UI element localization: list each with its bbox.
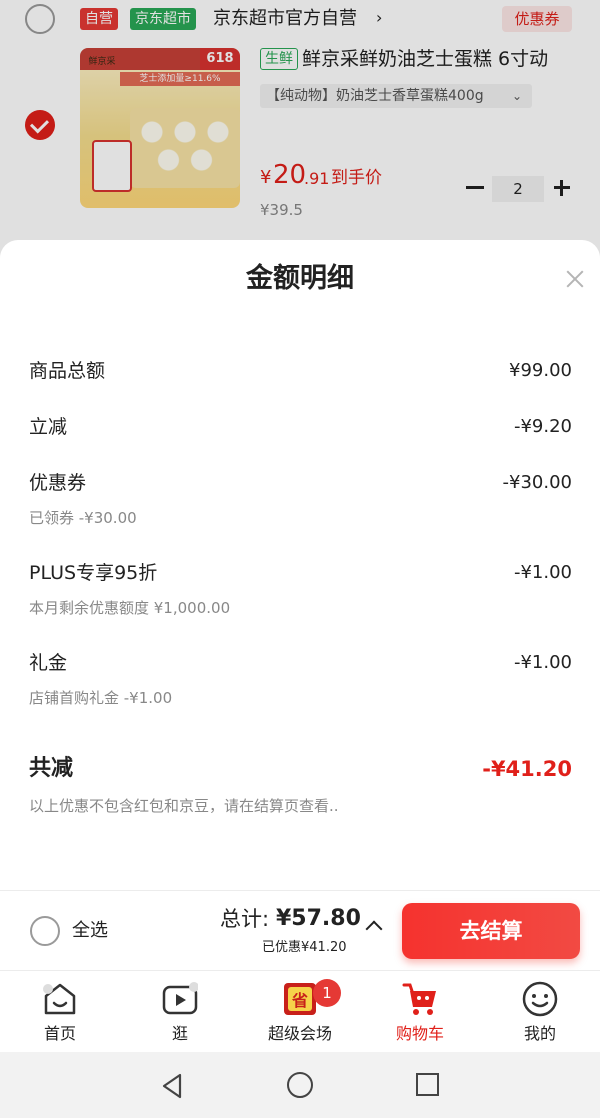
home-circle-icon[interactable] [287, 1072, 313, 1098]
checkout-button[interactable]: 去结算 [402, 903, 580, 959]
bottom-tab-bar: 首页 逛 省 1 超级会场 购物车 我的 [0, 970, 600, 1052]
item-select-checkbox[interactable] [25, 110, 55, 140]
final-price-label: 到手价 [331, 168, 382, 188]
system-navigation-bar [0, 1052, 600, 1118]
video-play-icon [162, 982, 198, 1015]
sum-value: ¥57.80 [276, 906, 361, 931]
sale-venue-icon: 省 [284, 983, 316, 1015]
chevron-down-icon: ⌄ [511, 89, 522, 103]
tab-home[interactable]: 首页 [0, 971, 120, 1053]
cake-picture [130, 108, 240, 188]
cart-icon [402, 983, 436, 1015]
detail-row-value: -¥9.20 [513, 416, 572, 437]
price-decimal: .91 [304, 169, 330, 188]
shop-name-link[interactable]: 京东超市官方自营 [213, 6, 357, 32]
cart-background: 自营 京东超市 京东超市官方自营 › 优惠券 618 芝士添加量≥11.6% 鲜… [0, 0, 600, 260]
sale-venue-icon-text: 省 [291, 991, 308, 1010]
sheet-title: 金额明细 [246, 263, 354, 294]
back-triangle-icon[interactable] [160, 1072, 184, 1100]
detail-row-label: PLUS专享95折 [29, 562, 158, 584]
self-operated-tag: 自营 [80, 8, 118, 30]
variant-label: 【纯动物】奶油芝士香草蛋糕400g [266, 88, 484, 104]
product-image[interactable]: 618 芝士添加量≥11.6% 鲜京采 [80, 48, 240, 208]
price-integer: 20 [273, 160, 307, 190]
tab-super-venue[interactable]: 省 1 超级会场 [240, 971, 360, 1053]
detail-row-label: 商品总额 [29, 360, 106, 382]
variant-selector[interactable]: 【纯动物】奶油芝士香草蛋糕400g ⌄ [260, 84, 532, 108]
tab-label: 逛 [171, 1024, 188, 1043]
close-icon[interactable] [562, 266, 588, 292]
detail-row-value: -¥1.00 [513, 562, 572, 583]
notification-badge: 1 [313, 979, 341, 1007]
image-quality-badge [92, 140, 132, 192]
tab-label: 超级会场 [267, 1024, 332, 1043]
tab-label: 首页 [43, 1024, 76, 1043]
tab-label: 购物车 [395, 1024, 444, 1043]
detail-row-label: 礼金 [29, 652, 68, 674]
tab-profile[interactable]: 我的 [480, 971, 600, 1053]
profile-face-icon [522, 981, 558, 1017]
tab-cart[interactable]: 购物车 [360, 971, 480, 1053]
original-price: ¥39.5 [260, 201, 303, 219]
fresh-tag: 生鲜 [260, 48, 298, 70]
amount-detail-sheet: 金额明细 商品总额 ¥99.00 立减 -¥9.20 优惠券 -¥30.00 已… [0, 240, 600, 890]
sum-label: 总计: [220, 907, 270, 931]
chevron-up-icon[interactable] [365, 920, 383, 938]
quantity-input[interactable]: 2 [492, 176, 544, 202]
product-title[interactable]: 鲜京采鲜奶油芝士蛋糕 6寸动 [302, 46, 548, 72]
detail-row-value: -¥30.00 [502, 472, 572, 493]
chevron-right-icon: › [376, 8, 383, 27]
coupon-button[interactable]: 优惠券 [502, 6, 572, 32]
quantity-decrease-button[interactable] [460, 172, 488, 202]
select-all-checkbox[interactable] [30, 916, 60, 946]
price-currency: ¥ [260, 167, 272, 188]
jd-supermarket-tag: 京东超市 [130, 8, 196, 30]
detail-row-sub: 已领券 -¥30.00 [29, 509, 137, 527]
checkout-bar: 全选 总计: ¥57.80 已优惠¥41.20 去结算 [0, 890, 600, 970]
shop-select-radio[interactable] [25, 4, 55, 34]
home-icon [43, 983, 76, 1015]
quantity-increase-button[interactable] [548, 172, 576, 202]
detail-row-value: ¥99.00 [509, 360, 572, 381]
minus-icon [466, 186, 484, 189]
detail-row-sub: 店铺首购礼金 -¥1.00 [29, 689, 173, 707]
detail-row-sub: 本月剩余优惠额度 ¥1,000.00 [29, 599, 231, 617]
saved-amount: 已优惠¥41.20 [262, 940, 347, 955]
discount-note: 以上优惠不包含红包和京豆，请在结算页查看.. [29, 797, 339, 815]
tab-label: 我的 [523, 1024, 556, 1043]
plus-icon-vertical [560, 180, 563, 196]
detail-row-value: -¥1.00 [513, 652, 572, 673]
detail-row-label: 优惠券 [29, 472, 87, 494]
promo-618-badge: 618 [200, 48, 240, 70]
total-discount-label: 共减 [29, 756, 74, 781]
total-discount-value: -¥41.20 [482, 757, 572, 781]
detail-row-label: 立减 [29, 416, 68, 438]
select-all-label[interactable]: 全选 [72, 919, 108, 943]
tab-explore[interactable]: 逛 [120, 971, 240, 1053]
recent-apps-icon[interactable] [416, 1073, 439, 1096]
image-brand-logo: 鲜京采 [88, 57, 116, 67]
image-cheese-ratio-label: 芝士添加量≥11.6% [120, 72, 240, 86]
